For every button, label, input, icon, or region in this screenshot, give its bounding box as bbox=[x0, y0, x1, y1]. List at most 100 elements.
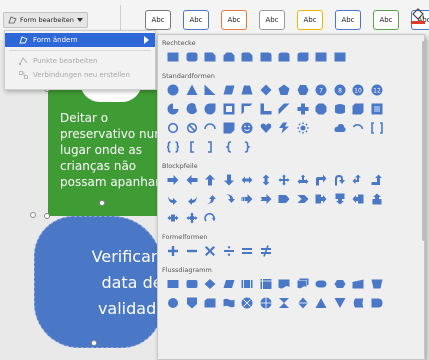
shape-left-up-icon[interactable] bbox=[349, 173, 368, 187]
shape-manual-input-icon[interactable] bbox=[349, 277, 368, 291]
shape-lightning-icon[interactable] bbox=[275, 121, 294, 135]
shape-pentagon-icon[interactable] bbox=[275, 83, 294, 97]
shape-predefined-icon[interactable] bbox=[238, 277, 257, 291]
shape-arrow-ud-icon[interactable] bbox=[257, 173, 276, 187]
shape-diamond-icon[interactable] bbox=[257, 83, 276, 97]
shape-or-icon[interactable] bbox=[257, 296, 276, 310]
shape-brace-l-icon[interactable] bbox=[220, 140, 239, 154]
shape-connector-icon[interactable] bbox=[164, 296, 183, 310]
shape-snip-round-icon[interactable] bbox=[238, 50, 257, 64]
shape-half-frame-icon[interactable] bbox=[238, 102, 257, 116]
shape-quad-icon[interactable] bbox=[275, 173, 294, 187]
shape-delay-icon[interactable] bbox=[368, 296, 387, 310]
shape-terminator-icon[interactable] bbox=[312, 277, 331, 291]
shape-sun-icon[interactable] bbox=[294, 121, 313, 135]
shape-hexagon-icon[interactable] bbox=[294, 83, 313, 97]
shape-moon-icon[interactable] bbox=[312, 121, 331, 135]
shape-round2-icon[interactable] bbox=[275, 50, 294, 64]
shape-8-icon[interactable]: 8 bbox=[331, 83, 350, 97]
shape-rect-icon[interactable] bbox=[312, 50, 331, 64]
rotation-handle[interactable] bbox=[99, 200, 105, 206]
shape-extract-icon[interactable] bbox=[312, 296, 331, 310]
resize-handle[interactable] bbox=[30, 212, 36, 218]
shape-circular-icon[interactable] bbox=[201, 211, 220, 225]
shape-lr-up-icon[interactable] bbox=[294, 173, 313, 187]
shape-callout-l-icon[interactable] bbox=[349, 192, 368, 206]
shape-multiply-icon[interactable] bbox=[201, 244, 220, 258]
shape-bent-up-icon[interactable] bbox=[368, 173, 387, 187]
shape-bevel-icon[interactable] bbox=[368, 102, 387, 116]
menu-item-edit-points[interactable]: Punkte bearbeiten bbox=[5, 54, 155, 68]
shape-double-brace-icon[interactable] bbox=[164, 140, 183, 154]
shape-stored-icon[interactable] bbox=[349, 296, 368, 310]
shape-arc-icon[interactable] bbox=[349, 121, 368, 135]
shape-pie-icon[interactable] bbox=[164, 102, 183, 116]
shape-can-icon[interactable] bbox=[331, 102, 350, 116]
shape-rect-icon[interactable] bbox=[331, 50, 350, 64]
shape-round-rect-icon[interactable] bbox=[183, 50, 202, 64]
shape-frame-icon[interactable] bbox=[220, 102, 239, 116]
shape-arrow-right-icon[interactable] bbox=[164, 173, 183, 187]
shape-process-icon[interactable] bbox=[164, 277, 183, 291]
shape-chevron-icon[interactable] bbox=[294, 192, 313, 206]
shape-divide-icon[interactable] bbox=[220, 244, 239, 258]
shape-decision-icon[interactable] bbox=[201, 277, 220, 291]
shape-round1-icon[interactable] bbox=[257, 50, 276, 64]
shape-callout-u-icon[interactable] bbox=[368, 192, 387, 206]
shape-punched-icon[interactable] bbox=[220, 296, 239, 310]
shape-arrow-up-icon[interactable] bbox=[201, 173, 220, 187]
shape-sort-icon[interactable] bbox=[294, 296, 313, 310]
shape-manual-op-icon[interactable] bbox=[368, 277, 387, 291]
shape-12-icon[interactable]: 12 bbox=[368, 83, 387, 97]
shape-plus-eq-icon[interactable] bbox=[164, 244, 183, 258]
shape-minus-icon[interactable] bbox=[183, 244, 202, 258]
shape-curved-r-icon[interactable] bbox=[164, 192, 183, 206]
shape-u-turn-icon[interactable] bbox=[331, 173, 350, 187]
shape-offpage-icon[interactable] bbox=[183, 296, 202, 310]
shape-bracket-l-icon[interactable] bbox=[183, 140, 202, 154]
shape-no-symbol-icon[interactable] bbox=[183, 121, 202, 135]
shape-curved-d-icon[interactable] bbox=[220, 192, 239, 206]
menu-item-reroute-connections[interactable]: Verbindungen neu erstellen bbox=[5, 68, 155, 82]
shape-heart-icon[interactable] bbox=[257, 121, 276, 135]
shape-arrow-left-icon[interactable] bbox=[183, 173, 202, 187]
shape-preparation-icon[interactable] bbox=[331, 277, 350, 291]
shape-style-swatch[interactable]: Abc bbox=[221, 10, 247, 30]
shape-card-icon[interactable] bbox=[201, 296, 220, 310]
shape-data-icon[interactable] bbox=[220, 277, 239, 291]
rotation-handle[interactable] bbox=[91, 340, 97, 346]
shape-block-arc-icon[interactable] bbox=[201, 121, 220, 135]
menu-item-change-shape[interactable]: Form ändern bbox=[5, 33, 155, 47]
paint-bucket-icon[interactable] bbox=[410, 6, 426, 24]
shape-10-icon[interactable]: 10 bbox=[349, 83, 368, 97]
shape-notched-icon[interactable] bbox=[257, 192, 276, 206]
shape-cube-icon[interactable] bbox=[349, 102, 368, 116]
shape-style-swatch[interactable]: Abc bbox=[145, 10, 171, 30]
shape-octagon-icon[interactable] bbox=[312, 102, 331, 116]
shape-not-equal-icon[interactable] bbox=[257, 244, 276, 258]
shape-bracket-r-icon[interactable] bbox=[201, 140, 220, 154]
shape-bent-icon[interactable] bbox=[312, 173, 331, 187]
shape-collate-icon[interactable] bbox=[275, 296, 294, 310]
shape-pentagon-arrow-icon[interactable] bbox=[275, 192, 294, 206]
shape-double-bracket-icon[interactable] bbox=[368, 121, 387, 135]
shape-rect-icon[interactable] bbox=[164, 50, 183, 64]
scrollbar[interactable] bbox=[422, 41, 426, 241]
shape-trapezoid-icon[interactable] bbox=[238, 83, 257, 97]
shape-curved-u-icon[interactable] bbox=[201, 192, 220, 206]
shape-parallelogram-icon[interactable] bbox=[220, 83, 239, 97]
shape-donut-icon[interactable] bbox=[164, 121, 183, 135]
shape-style-swatch[interactable]: Abc bbox=[183, 10, 209, 30]
shape-snip2-icon[interactable] bbox=[220, 50, 239, 64]
shape-L-icon[interactable] bbox=[257, 102, 276, 116]
shape-sum-icon[interactable] bbox=[238, 296, 257, 310]
shape-chord-icon[interactable] bbox=[183, 102, 202, 116]
shape-smiley-icon[interactable] bbox=[238, 121, 257, 135]
shape-callout-lr-icon[interactable] bbox=[164, 211, 183, 225]
shape-alt-process-icon[interactable] bbox=[183, 277, 202, 291]
shape-multidoc-icon[interactable] bbox=[294, 277, 313, 291]
shape-style-swatch[interactable]: Abc bbox=[335, 10, 361, 30]
shape-plus-icon[interactable] bbox=[294, 102, 313, 116]
shape-triangle-icon[interactable] bbox=[183, 83, 202, 97]
shape-teardrop-icon[interactable] bbox=[201, 102, 220, 116]
